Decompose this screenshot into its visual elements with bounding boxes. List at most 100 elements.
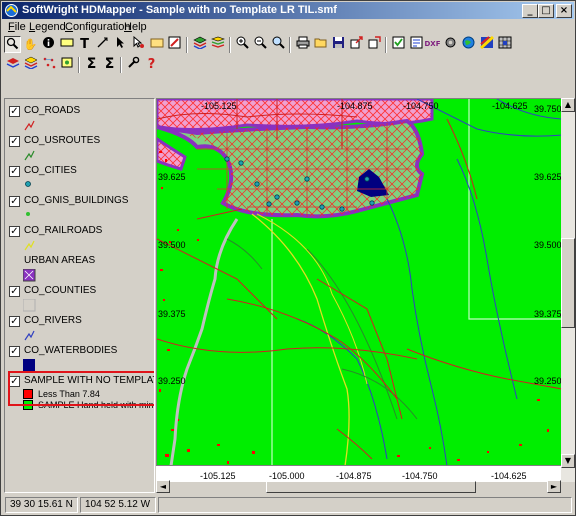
county-line — [468, 99, 561, 320]
urban-left — [157, 137, 187, 171]
menu-file[interactable]: File — [8, 21, 26, 33]
title-bar[interactable]: SoftWright HDMapper - Sample with no Tem… — [2, 2, 574, 19]
layer-checkbox[interactable]: ✓ — [9, 346, 20, 357]
fill-symbol-icon — [23, 269, 36, 282]
line-symbol-icon — [24, 150, 35, 161]
scroll-left-icon[interactable]: ◄ — [156, 480, 170, 493]
minimize-icon[interactable]: _ — [522, 4, 538, 18]
us-route — [306, 248, 398, 420]
gear-icon[interactable] — [442, 36, 459, 53]
copy-icon[interactable] — [366, 36, 383, 53]
river — [296, 318, 388, 460]
sum-filter-icon[interactable]: Σ — [101, 56, 118, 73]
maximize-icon[interactable]: □ — [538, 4, 554, 18]
line-symbol-icon — [24, 120, 35, 131]
scroll-thumb[interactable] — [266, 481, 476, 493]
map-lat-label: 39.500 — [158, 240, 186, 250]
open-icon[interactable] — [312, 36, 329, 53]
river-gray — [169, 218, 239, 465]
line-symbol-icon — [24, 330, 35, 341]
edit-layer-icon[interactable] — [166, 36, 183, 53]
points-icon[interactable] — [40, 56, 57, 73]
grid-icon[interactable] — [496, 36, 513, 53]
map-lat-label: 39.750 — [534, 104, 561, 114]
layer-checkbox[interactable]: ✓ — [9, 106, 20, 117]
layer-name: CO_COUNTIES — [24, 285, 97, 296]
globe-icon[interactable] — [460, 36, 477, 53]
map-edit-icon[interactable] — [408, 36, 425, 53]
toolbar-main: ✋ T DXF — [2, 35, 574, 55]
layer-checkbox[interactable]: ✓ — [9, 166, 20, 177]
layer-name: URBAN AREAS — [24, 255, 96, 266]
zoom-in-icon[interactable] — [234, 36, 251, 53]
pan-hand-icon[interactable]: ✋ — [22, 36, 39, 53]
map-lat-label: 39.625 — [534, 172, 561, 182]
legend-panel: ✓ CO_ROADS ✓ CO_USROUTES ✓ CO_CITIES ✓ C… — [4, 98, 155, 493]
layer-name: CO_CITIES — [24, 165, 77, 176]
x-tick-label: -104.875 — [336, 471, 372, 481]
layer-checkbox[interactable]: ✓ — [9, 196, 20, 207]
status-message — [158, 497, 572, 513]
application-window: SoftWright HDMapper - Sample with no Tem… — [0, 0, 576, 516]
x-axis-strip: -105.125 -105.000 -104.875 -104.750 -104… — [156, 465, 561, 482]
close-icon[interactable]: × — [556, 4, 572, 18]
layer-name: CO_USROUTES — [24, 135, 101, 146]
palette-icon[interactable] — [478, 35, 495, 53]
menu-legend[interactable]: Legend — [29, 21, 66, 33]
checkbox-tool-icon[interactable] — [390, 36, 407, 53]
select-pointer-icon[interactable] — [130, 35, 147, 53]
wrench-icon[interactable] — [125, 56, 142, 73]
map-graphics — [157, 99, 561, 465]
x-tick-label: -105.125 — [200, 471, 236, 481]
print-icon[interactable] — [294, 36, 311, 53]
toolbar-secondary: Σ Σ ? — [2, 55, 574, 75]
scroll-right-icon[interactable]: ► — [547, 480, 561, 493]
layer-checkbox[interactable]: ✓ — [9, 226, 20, 237]
horizontal-scrollbar[interactable]: ◄ ► — [156, 480, 561, 493]
layers-icon[interactable] — [191, 36, 208, 53]
save-icon[interactable] — [330, 36, 347, 53]
sum-icon[interactable]: Σ — [83, 56, 100, 73]
stack-icon[interactable] — [209, 36, 226, 53]
label-icon[interactable] — [58, 36, 75, 53]
export-icon[interactable] — [348, 36, 365, 53]
scroll-thumb[interactable] — [561, 238, 575, 328]
measure-line-icon[interactable] — [94, 36, 111, 53]
x-tick-label: -104.750 — [402, 471, 438, 481]
status-latitude: 39 30 15.61 N — [5, 497, 78, 513]
map-lat-label: 39.500 — [534, 240, 561, 250]
layer-add-icon[interactable] — [4, 56, 21, 73]
zoom-out-icon[interactable] — [252, 36, 269, 53]
vertical-scrollbar[interactable]: ▲ ▼ — [561, 98, 575, 482]
status-longitude: 104 52 5.12 W — [80, 497, 156, 513]
highlight-box — [8, 371, 154, 406]
text-tool-icon[interactable]: T — [76, 36, 93, 53]
river — [456, 158, 518, 400]
layer-merge-icon[interactable] — [58, 56, 75, 73]
help-icon[interactable]: ? — [143, 56, 160, 73]
info-icon[interactable] — [40, 36, 57, 53]
map-lon-label: -105.125 — [201, 101, 237, 111]
map-lat-label: 39.625 — [158, 172, 186, 182]
map-lat-label: 39.250 — [158, 376, 186, 386]
layer-name: CO_GNIS_BUILDINGS — [24, 195, 129, 206]
dxf-icon[interactable]: DXF — [424, 36, 441, 53]
layer-style-icon[interactable] — [22, 56, 39, 73]
fill-icon[interactable] — [148, 36, 165, 53]
menu-bar: File Legend Configuration Help — [2, 19, 574, 36]
select-arrow-icon[interactable] — [112, 36, 129, 53]
window-title: SoftWright HDMapper - Sample with no Tem… — [22, 4, 337, 16]
us-route — [341, 368, 418, 420]
map-canvas[interactable]: -105.125 -104.875 -104.750 -104.625 39.6… — [156, 98, 561, 465]
menu-configuration[interactable]: Configuration — [65, 21, 130, 33]
zoom-tool-icon[interactable] — [4, 36, 21, 53]
menu-help[interactable]: Help — [124, 21, 147, 33]
zoom-extent-icon[interactable] — [270, 36, 287, 53]
layer-checkbox[interactable]: ✓ — [9, 316, 20, 327]
layer-name: CO_RAILROADS — [24, 225, 103, 236]
map-lon-label: -104.750 — [403, 101, 439, 111]
layer-checkbox[interactable]: ✓ — [9, 286, 20, 297]
scroll-down-icon[interactable]: ▼ — [561, 454, 575, 468]
layer-checkbox[interactable]: ✓ — [9, 136, 20, 147]
scroll-up-icon[interactable]: ▲ — [561, 98, 575, 112]
